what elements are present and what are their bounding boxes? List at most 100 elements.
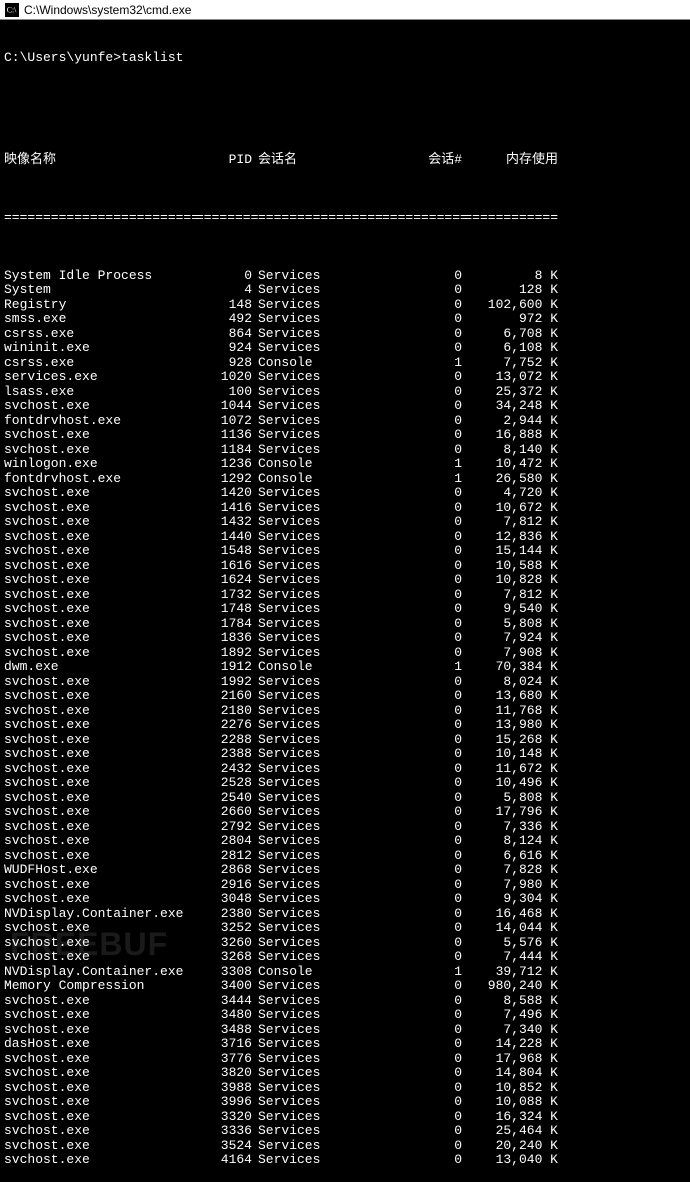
cell-memusage: 7,444 K xyxy=(462,950,558,965)
cell-memusage: 16,468 K xyxy=(462,907,558,922)
cell-sessionname: Services xyxy=(252,573,382,588)
cell-imagename: svchost.exe xyxy=(4,704,196,719)
cell-memusage: 34,248 K xyxy=(462,399,558,414)
cell-sessionname: Services xyxy=(252,1008,382,1023)
cell-imagename: svchost.exe xyxy=(4,588,196,603)
cell-pid: 2540 xyxy=(196,791,252,806)
cell-sessionname: Console xyxy=(252,356,382,371)
table-row: svchost.exe2276Services013,980 K xyxy=(4,718,686,733)
cell-imagename: Memory Compression xyxy=(4,979,196,994)
cell-sessionnum: 0 xyxy=(382,936,462,951)
cell-sessionnum: 0 xyxy=(382,617,462,632)
cell-imagename: svchost.exe xyxy=(4,1008,196,1023)
cell-sessionnum: 0 xyxy=(382,704,462,719)
cell-memusage: 10,852 K xyxy=(462,1081,558,1096)
cell-sessionname: Services xyxy=(252,805,382,820)
cell-memusage: 8,588 K xyxy=(462,994,558,1009)
table-row: svchost.exe3260Services05,576 K xyxy=(4,936,686,951)
cell-sessionname: Services xyxy=(252,1110,382,1125)
table-row: svchost.exe1616Services010,588 K xyxy=(4,559,686,574)
cell-pid: 3444 xyxy=(196,994,252,1009)
cell-memusage: 9,304 K xyxy=(462,892,558,907)
cell-pid: 3820 xyxy=(196,1066,252,1081)
header-sessionnum: 会话# xyxy=(382,153,462,168)
table-row: svchost.exe3336Services025,464 K xyxy=(4,1124,686,1139)
table-row: svchost.exe3996Services010,088 K xyxy=(4,1095,686,1110)
cell-memusage: 15,268 K xyxy=(462,733,558,748)
cell-sessionnum: 1 xyxy=(382,457,462,472)
cell-imagename: svchost.exe xyxy=(4,921,196,936)
cell-imagename: svchost.exe xyxy=(4,1066,196,1081)
cell-imagename: svchost.exe xyxy=(4,428,196,443)
window-title: C:\Windows\system32\cmd.exe xyxy=(24,3,191,17)
cell-pid: 1020 xyxy=(196,370,252,385)
cell-sessionnum: 0 xyxy=(382,979,462,994)
cell-imagename: svchost.exe xyxy=(4,776,196,791)
cell-sessionnum: 0 xyxy=(382,907,462,922)
cell-imagename: svchost.exe xyxy=(4,762,196,777)
cell-imagename: dwm.exe xyxy=(4,660,196,675)
cell-imagename: svchost.exe xyxy=(4,617,196,632)
cell-memusage: 8,124 K xyxy=(462,834,558,849)
cell-sessionnum: 0 xyxy=(382,863,462,878)
titlebar[interactable]: C:\ C:\Windows\system32\cmd.exe xyxy=(0,0,690,20)
cell-imagename: svchost.exe xyxy=(4,820,196,835)
cell-sessionname: Services xyxy=(252,979,382,994)
cell-memusage: 25,464 K xyxy=(462,1124,558,1139)
svg-text:C:\: C:\ xyxy=(7,5,17,14)
cell-sessionname: Services xyxy=(252,312,382,327)
table-row: fontdrvhost.exe1292Console126,580 K xyxy=(4,472,686,487)
cell-pid: 1992 xyxy=(196,675,252,690)
cell-sessionnum: 1 xyxy=(382,660,462,675)
table-row: WUDFHost.exe2868Services07,828 K xyxy=(4,863,686,878)
cell-sessionnum: 0 xyxy=(382,834,462,849)
cell-sessionname: Services xyxy=(252,849,382,864)
cell-sessionname: Services xyxy=(252,1124,382,1139)
cell-imagename: svchost.exe xyxy=(4,936,196,951)
cell-pid: 1912 xyxy=(196,660,252,675)
cell-memusage: 70,384 K xyxy=(462,660,558,675)
cmd-icon: C:\ xyxy=(4,2,20,18)
cell-pid: 2868 xyxy=(196,863,252,878)
cell-pid: 1748 xyxy=(196,602,252,617)
cell-memusage: 14,228 K xyxy=(462,1037,558,1052)
cell-sessionname: Services xyxy=(252,283,382,298)
cell-memusage: 5,576 K xyxy=(462,936,558,951)
cell-pid: 2288 xyxy=(196,733,252,748)
cell-imagename: svchost.exe xyxy=(4,399,196,414)
cell-sessionname: Services xyxy=(252,791,382,806)
table-row: dasHost.exe3716Services014,228 K xyxy=(4,1037,686,1052)
cell-memusage: 8 K xyxy=(462,269,558,284)
cell-imagename: winlogon.exe xyxy=(4,457,196,472)
cell-pid: 2180 xyxy=(196,704,252,719)
cell-sessionname: Services xyxy=(252,1153,382,1168)
terminal-output[interactable]: C:\Users\yunfe>tasklist 映像名称 PID 会话名 会话#… xyxy=(0,20,690,1182)
cell-imagename: svchost.exe xyxy=(4,892,196,907)
cell-pid: 1184 xyxy=(196,443,252,458)
table-row: svchost.exe1992Services08,024 K xyxy=(4,675,686,690)
cell-pid: 3480 xyxy=(196,1008,252,1023)
cell-pid: 3048 xyxy=(196,892,252,907)
cell-sessionname: Services xyxy=(252,1081,382,1096)
cell-sessionnum: 0 xyxy=(382,805,462,820)
table-row: svchost.exe2660Services017,796 K xyxy=(4,805,686,820)
cell-sessionname: Services xyxy=(252,370,382,385)
cell-sessionname: Console xyxy=(252,660,382,675)
cell-imagename: fontdrvhost.exe xyxy=(4,472,196,487)
cell-memusage: 10,588 K xyxy=(462,559,558,574)
cell-memusage: 10,828 K xyxy=(462,573,558,588)
cell-imagename: svchost.exe xyxy=(4,544,196,559)
table-row: svchost.exe3320Services016,324 K xyxy=(4,1110,686,1125)
cell-imagename: smss.exe xyxy=(4,312,196,327)
cell-imagename: svchost.exe xyxy=(4,501,196,516)
cell-sessionnum: 0 xyxy=(382,718,462,733)
cell-imagename: svchost.exe xyxy=(4,791,196,806)
table-row: svchost.exe3488Services07,340 K xyxy=(4,1023,686,1038)
cell-imagename: wininit.exe xyxy=(4,341,196,356)
cell-sessionnum: 0 xyxy=(382,399,462,414)
cell-imagename: Registry xyxy=(4,298,196,313)
table-row: svchost.exe1836Services07,924 K xyxy=(4,631,686,646)
table-row: winlogon.exe1236Console110,472 K xyxy=(4,457,686,472)
cell-imagename: svchost.exe xyxy=(4,486,196,501)
table-row: svchost.exe1784Services05,808 K xyxy=(4,617,686,632)
